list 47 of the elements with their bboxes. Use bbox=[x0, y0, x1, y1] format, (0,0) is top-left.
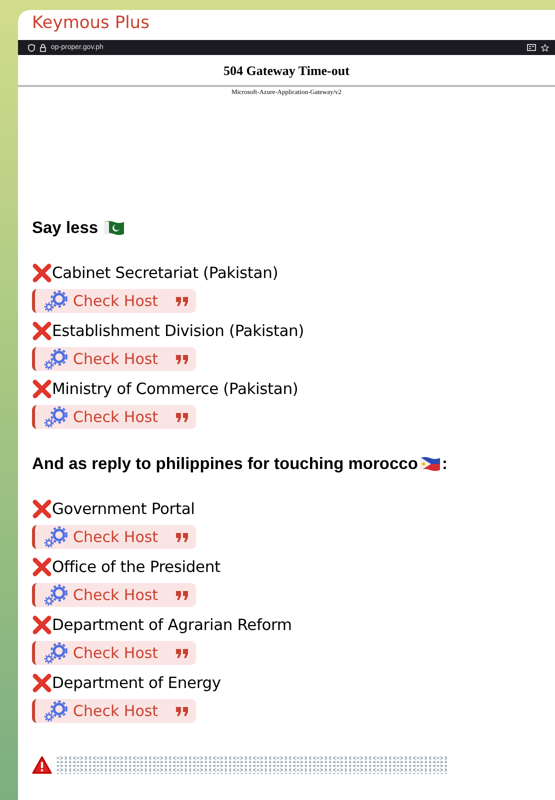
message-heading: Say less bbox=[32, 218, 98, 238]
gears-icon bbox=[43, 526, 69, 548]
check-host-link[interactable]: Check Host bbox=[32, 525, 196, 549]
check-host-link[interactable]: Check Host bbox=[32, 641, 196, 665]
heading-punctuation: : bbox=[442, 454, 448, 474]
lock-icon bbox=[40, 44, 46, 52]
cross-icon bbox=[32, 614, 52, 634]
site-name: Department of Energy bbox=[52, 674, 221, 692]
check-host-link[interactable]: Check Host bbox=[32, 699, 196, 723]
flag-icon bbox=[104, 221, 124, 235]
gears-icon bbox=[43, 290, 69, 312]
site-name: Cabinet Secretariat (Pakistan) bbox=[52, 264, 278, 282]
warning-icon bbox=[32, 756, 52, 774]
gears-icon bbox=[43, 700, 69, 722]
cross-icon bbox=[32, 672, 52, 692]
site-name: Establishment Division (Pakistan) bbox=[52, 322, 304, 340]
check-host-link[interactable]: Check Host bbox=[32, 583, 196, 607]
quote-icon bbox=[176, 590, 188, 600]
gears-icon bbox=[43, 584, 69, 606]
message-heading: And as reply to philippines for touching morocco bbox=[32, 454, 418, 474]
flag-icon bbox=[420, 457, 440, 471]
quote-icon bbox=[176, 412, 188, 422]
sender-name[interactable]: Keymous Plus bbox=[18, 10, 555, 40]
cross-icon bbox=[32, 262, 52, 282]
gears-icon bbox=[43, 406, 69, 428]
check-host-link[interactable]: Check Host bbox=[32, 347, 196, 371]
quote-icon bbox=[176, 648, 188, 658]
cross-icon bbox=[32, 556, 52, 576]
quote-icon bbox=[176, 706, 188, 716]
cross-icon bbox=[32, 320, 52, 340]
cross-icon bbox=[32, 498, 52, 518]
site-name: Department of Agrarian Reform bbox=[52, 616, 292, 634]
gears-icon bbox=[43, 642, 69, 664]
quote-icon bbox=[176, 354, 188, 364]
gears-icon bbox=[43, 348, 69, 370]
cross-icon bbox=[32, 378, 52, 398]
site-name: Ministry of Commerce (Pakistan) bbox=[52, 380, 298, 398]
quote-icon bbox=[176, 532, 188, 542]
error-heading: 504 Gateway Time-out bbox=[222, 63, 350, 79]
shield-icon bbox=[28, 44, 35, 52]
star-icon[interactable] bbox=[541, 44, 549, 52]
site-name: Office of the President bbox=[52, 558, 220, 576]
check-host-link[interactable]: Check Host bbox=[32, 289, 196, 313]
quote-icon bbox=[176, 296, 188, 306]
site-name: Government Portal bbox=[52, 500, 195, 518]
check-host-link[interactable]: Check Host bbox=[32, 405, 196, 429]
reader-view-icon[interactable] bbox=[527, 44, 536, 51]
